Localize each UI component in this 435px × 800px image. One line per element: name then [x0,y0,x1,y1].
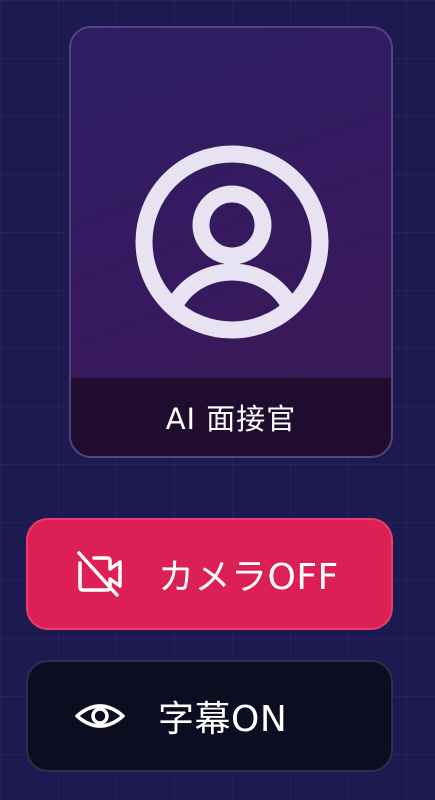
camera-off-button[interactable]: カメラOFF [26,518,393,630]
camera-off-icon [77,551,122,597]
camera-off-label: カメラOFF [158,557,339,598]
interviewer-name: AI 面接官 [165,402,297,436]
captions-on-button[interactable]: 字幕ON [26,660,393,772]
eye-icon [75,704,125,728]
user-circle-icon [135,145,329,339]
captions-on-label: 字幕ON [158,699,288,740]
interviewer-video-tile: AI 面接官 [69,26,393,458]
interviewer-name-bar: AI 面接官 [71,378,391,456]
